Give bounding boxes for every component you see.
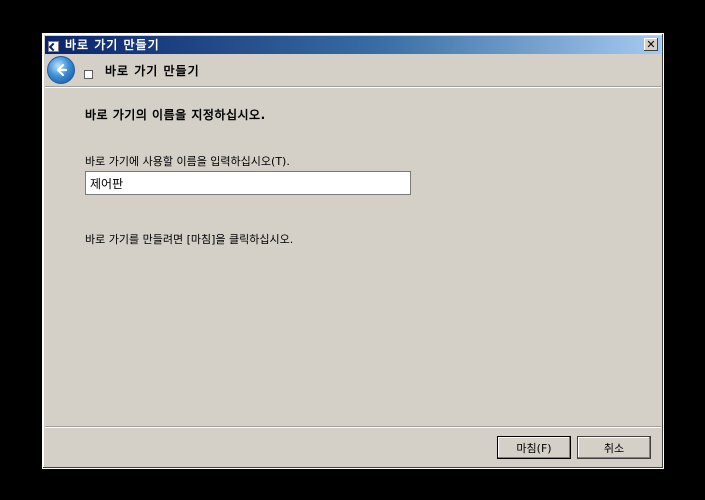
shortcut-icon bbox=[48, 41, 59, 52]
window-title: 바로 가기 만들기 bbox=[65, 38, 160, 52]
cancel-button[interactable]: 취소 bbox=[577, 436, 651, 459]
back-button[interactable] bbox=[47, 56, 75, 84]
shortcut-name-input[interactable] bbox=[85, 171, 411, 195]
close-icon: ✕ bbox=[646, 38, 656, 51]
back-arrow-icon bbox=[56, 63, 68, 77]
finish-hint-text: 바로 가기를 만들려면 [마침]을 클릭하십시오. bbox=[85, 233, 294, 246]
page-heading: 바로 가기의 이름을 지정하십시오. bbox=[85, 108, 266, 122]
shortcut-name-label: 바로 가기에 사용할 이름을 입력하십시오(T). bbox=[85, 155, 290, 168]
create-shortcut-window: 바로 가기 만들기 ✕ 바로 가기 만들기 바로 가기의 이름을 지정하십시오.… bbox=[42, 33, 664, 469]
wizard-title: 바로 가기 만들기 bbox=[105, 63, 200, 78]
button-bar: 마침(F) 취소 bbox=[45, 426, 661, 466]
title-bar[interactable]: 바로 가기 만들기 ✕ bbox=[45, 36, 661, 54]
close-button[interactable]: ✕ bbox=[644, 38, 658, 51]
shortcut-icon bbox=[84, 69, 93, 79]
wizard-content: 바로 가기의 이름을 지정하십시오. 바로 가기에 사용할 이름을 입력하십시오… bbox=[45, 87, 661, 427]
finish-button[interactable]: 마침(F) bbox=[497, 436, 571, 459]
wizard-header: 바로 가기 만들기 bbox=[45, 54, 661, 87]
